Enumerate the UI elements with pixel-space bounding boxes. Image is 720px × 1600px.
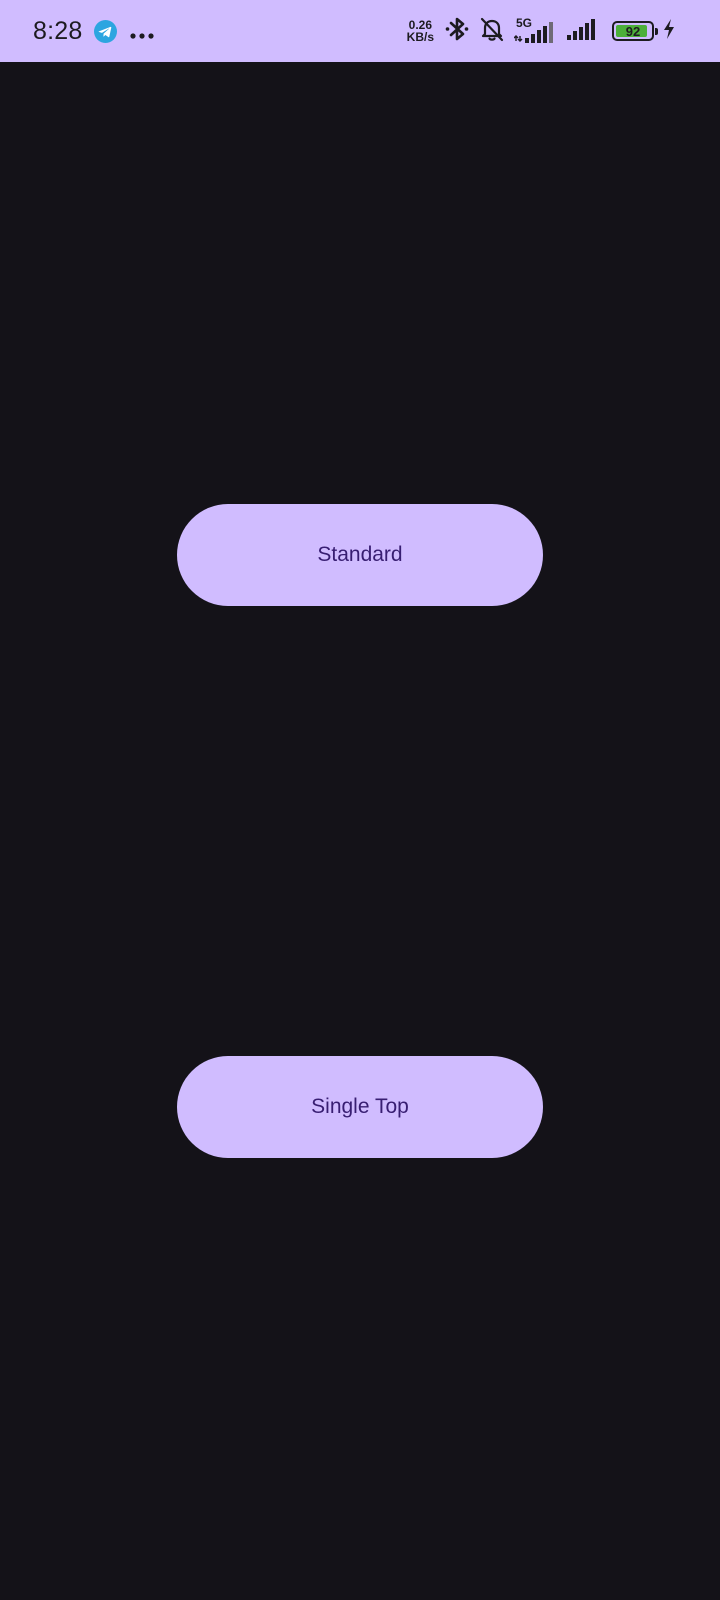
telegram-icon [94,19,118,43]
status-bar: 8:28 0.26 KB/s 5G 92 [0,0,720,62]
battery-cap [655,28,658,35]
more-dots-icon [129,27,155,39]
network-speed-unit: KB/s [406,30,434,44]
network-speed: 0.26 KB/s [407,19,434,43]
standard-button[interactable]: Standard [177,504,543,606]
status-right: 0.26 KB/s 5G 92 [407,0,676,62]
battery-level: 92 [625,23,641,39]
single-top-button[interactable]: Single Top [177,1056,543,1158]
signal-5g-icon: 5G [514,16,558,46]
charging-icon [662,18,676,45]
bluetooth-icon [444,15,470,48]
main-content: Standard Single Top [0,62,720,1600]
battery-icon: 92 [612,21,658,41]
bell-off-icon [478,15,506,48]
signal-icon [566,16,600,47]
status-clock: 8:28 [33,16,83,45]
status-left: 8:28 [33,0,155,62]
